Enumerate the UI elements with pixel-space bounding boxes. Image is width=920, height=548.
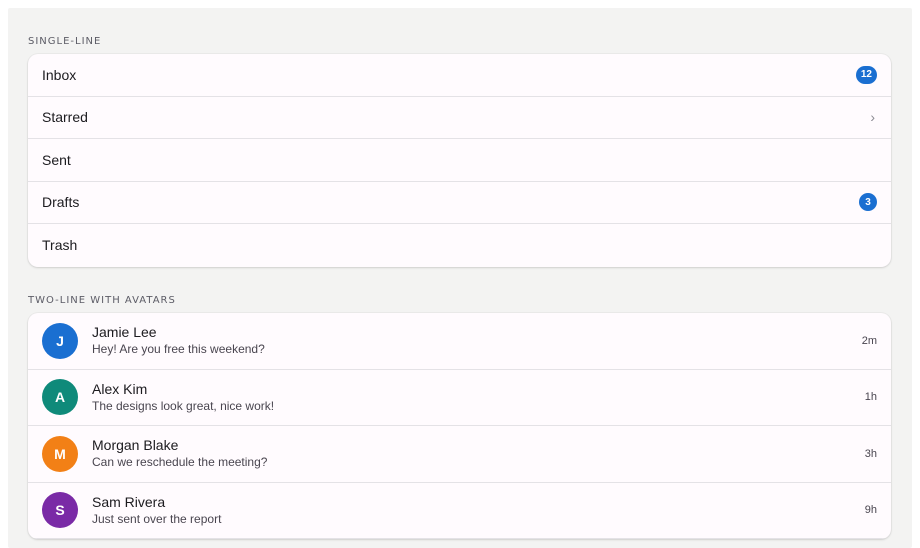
unread-count-badge: 3 — [859, 193, 877, 212]
message-preview: Hey! Are you free this weekend? — [92, 342, 265, 357]
contact-name: Morgan Blake — [92, 437, 179, 454]
list-item-label: Starred — [42, 109, 88, 126]
avatar: J — [42, 322, 78, 359]
list-item-label: Inbox — [42, 66, 77, 83]
timestamp: 2m — [861, 334, 877, 347]
list-item-trash[interactable]: Trash — [28, 224, 891, 267]
section-label-single-line: SINGLE-LINE — [28, 36, 102, 47]
contact-name: Alex Kim — [92, 380, 148, 397]
chevron-right-icon: › — [870, 109, 875, 126]
two-line-avatar-list: J Jamie Lee Hey! Are you free this weeke… — [28, 313, 891, 539]
list-item-jamie-lee[interactable]: J Jamie Lee Hey! Are you free this weeke… — [28, 313, 891, 370]
list-item-alex-kim[interactable]: A Alex Kim The designs look great, nice … — [28, 370, 891, 426]
contact-name: Jamie Lee — [92, 324, 157, 341]
single-line-list: Inbox 12 Starred › Sent Drafts 3 Trash — [28, 54, 891, 267]
timestamp: 3h — [864, 447, 877, 460]
avatar: A — [42, 379, 78, 416]
message-preview: Just sent over the report — [92, 511, 222, 526]
avatar: S — [42, 492, 78, 529]
avatar: M — [42, 435, 78, 472]
list-item-drafts[interactable]: Drafts 3 — [28, 182, 891, 224]
list-item-text: Morgan Blake Can we reschedule the meeti… — [92, 437, 865, 470]
page-background: SINGLE-LINE Inbox 12 Starred › Sent Draf… — [8, 8, 912, 548]
message-preview: Can we reschedule the meeting? — [92, 455, 268, 470]
list-item-label: Drafts — [42, 194, 80, 211]
list-item-label: Trash — [42, 237, 78, 254]
timestamp: 9h — [864, 504, 877, 517]
list-item-label: Sent — [42, 151, 71, 168]
list-item-sent[interactable]: Sent — [28, 139, 891, 182]
list-item-morgan-blake[interactable]: M Morgan Blake Can we reschedule the mee… — [28, 426, 891, 483]
section-label-two-line: TWO-LINE WITH AVATARS — [28, 295, 176, 306]
list-item-text: Sam Rivera Just sent over the report — [92, 494, 865, 527]
unread-count-badge: 12 — [855, 65, 877, 84]
list-item-starred[interactable]: Starred › — [28, 97, 891, 139]
contact-name: Sam Rivera — [92, 493, 166, 510]
timestamp: 1h — [864, 391, 877, 404]
list-item-text: Alex Kim The designs look great, nice wo… — [92, 381, 865, 414]
list-item-text: Jamie Lee Hey! Are you free this weekend… — [92, 324, 862, 357]
message-preview: The designs look great, nice work! — [92, 398, 275, 413]
list-item-inbox[interactable]: Inbox 12 — [28, 54, 891, 97]
